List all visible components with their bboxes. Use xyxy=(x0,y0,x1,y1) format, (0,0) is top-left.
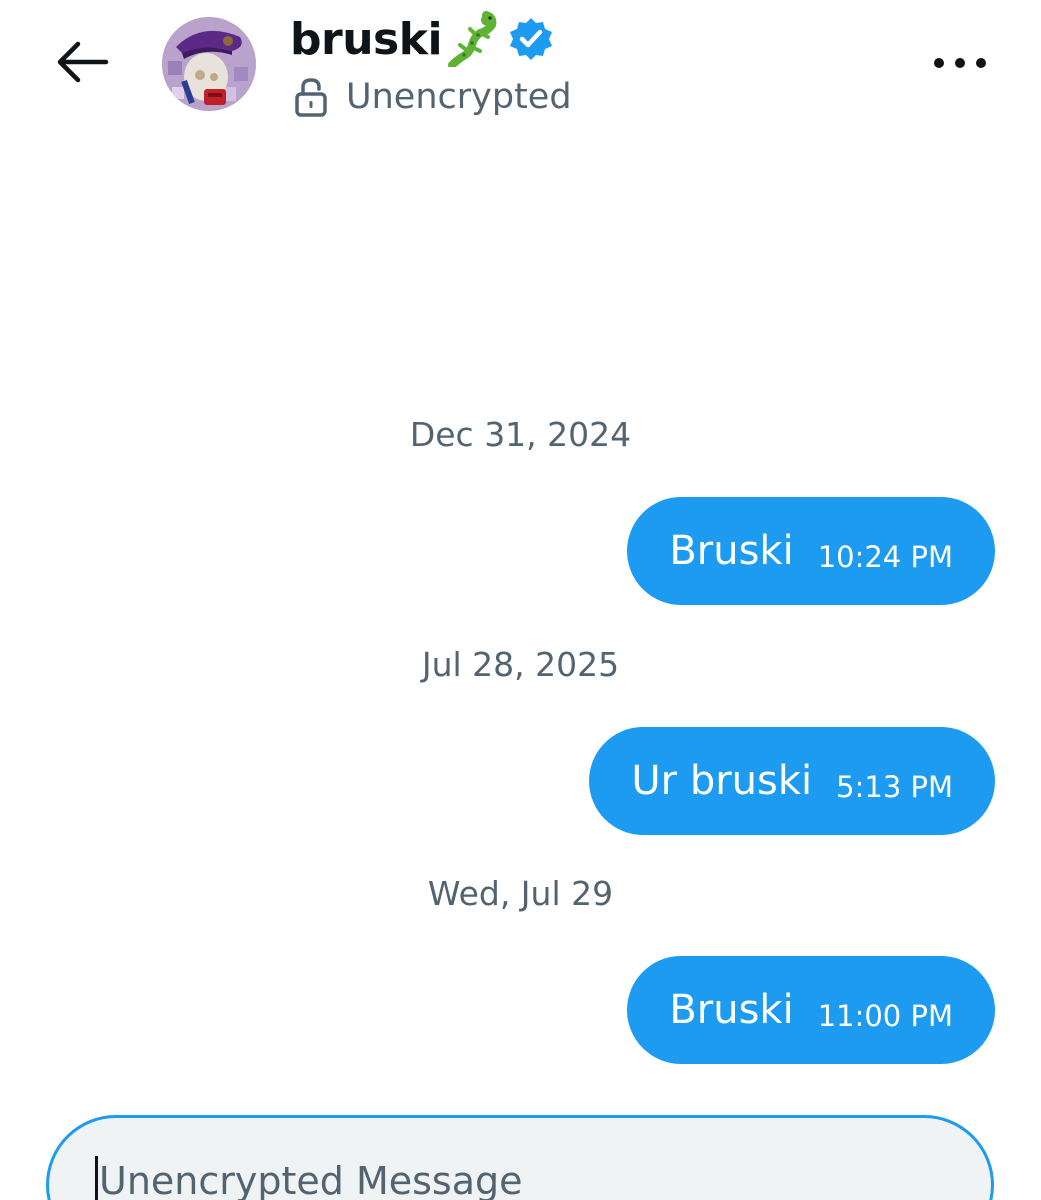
date-separator: Dec 31, 2024 xyxy=(409,415,632,454)
contact-name-row[interactable]: bruski xyxy=(290,8,554,70)
back-button[interactable] xyxy=(42,30,122,98)
more-options-icon xyxy=(932,55,988,74)
date-separator: Jul 28, 2025 xyxy=(421,645,620,684)
message-text: Ur bruski xyxy=(631,758,813,804)
lizard-emoji xyxy=(446,11,498,67)
contact-name: bruski xyxy=(290,13,443,65)
message-text: Bruski xyxy=(669,987,794,1033)
unlocked-lock-icon xyxy=(294,77,328,117)
message-input[interactable] xyxy=(99,1156,899,1200)
message-timestamp: 10:24 PM xyxy=(817,539,953,574)
dm-conversation-screen: bruski Unencrypted Dec 31, 2024 Bruski 1… xyxy=(0,0,1041,1200)
sent-message-bubble[interactable]: Bruski 10:24 PM xyxy=(627,497,995,605)
encryption-status: Unencrypted xyxy=(294,74,572,120)
sent-message-bubble[interactable]: Ur bruski 5:13 PM xyxy=(589,727,995,835)
message-timestamp: 5:13 PM xyxy=(836,769,953,804)
message-composer[interactable] xyxy=(46,1115,994,1200)
date-separator: Wed, Jul 29 xyxy=(427,874,614,913)
encryption-label: Unencrypted xyxy=(346,77,572,117)
text-cursor xyxy=(95,1156,98,1200)
contact-avatar[interactable] xyxy=(162,17,256,111)
verified-badge-icon xyxy=(508,16,554,62)
sent-message-bubble[interactable]: Bruski 11:00 PM xyxy=(627,956,995,1064)
more-options-button[interactable] xyxy=(920,38,1000,90)
message-text: Bruski xyxy=(669,528,794,574)
message-timestamp: 11:00 PM xyxy=(817,998,953,1033)
back-arrow-icon xyxy=(54,40,110,88)
